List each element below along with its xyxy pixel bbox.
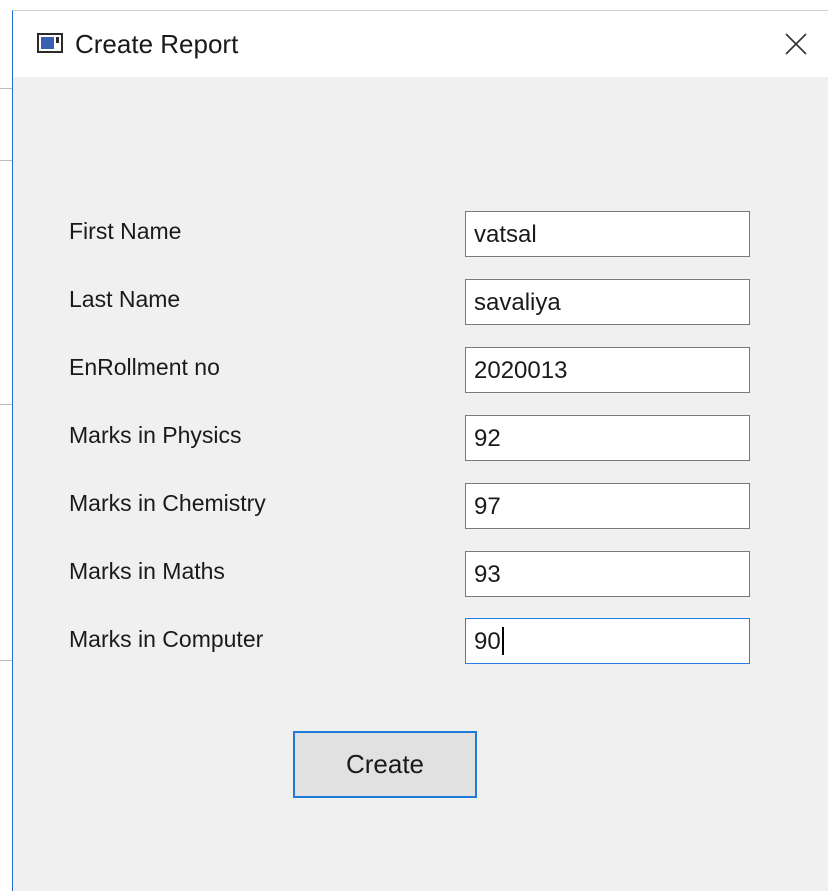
close-button[interactable] [764,11,828,77]
maths-marks-field[interactable]: 93 [465,551,750,597]
first-name-field[interactable]: vatsal [465,211,750,257]
text-caret [501,627,504,655]
close-icon [785,33,807,55]
computer-marks-label: Marks in Computer [69,626,264,652]
create-report-window: Create Report First Name vatsal Last Nam… [12,10,828,891]
title-bar[interactable]: Create Report [13,11,828,77]
chemistry-marks-label: Marks in Chemistry [69,490,266,516]
enrollment-no-field[interactable]: 2020013 [465,347,750,393]
create-button[interactable]: Create [293,731,477,798]
chemistry-marks-field[interactable]: 97 [465,483,750,529]
maths-marks-label: Marks in Maths [69,558,225,584]
physics-marks-field[interactable]: 92 [465,415,750,461]
background-edge [0,660,12,661]
last-name-field[interactable]: savaliya [465,279,750,325]
last-name-label: Last Name [69,286,181,312]
enrollment-no-label: EnRollment no [69,354,220,380]
computer-marks-field[interactable]: 90 [465,618,750,664]
background-edge [0,404,12,405]
window-title: Create Report [75,29,239,59]
app-window-icon [37,33,63,53]
background-edge [0,160,12,161]
physics-marks-label: Marks in Physics [69,422,242,448]
background-edge [0,88,12,89]
first-name-label: First Name [69,218,182,244]
computer-marks-value: 90 [474,628,501,655]
